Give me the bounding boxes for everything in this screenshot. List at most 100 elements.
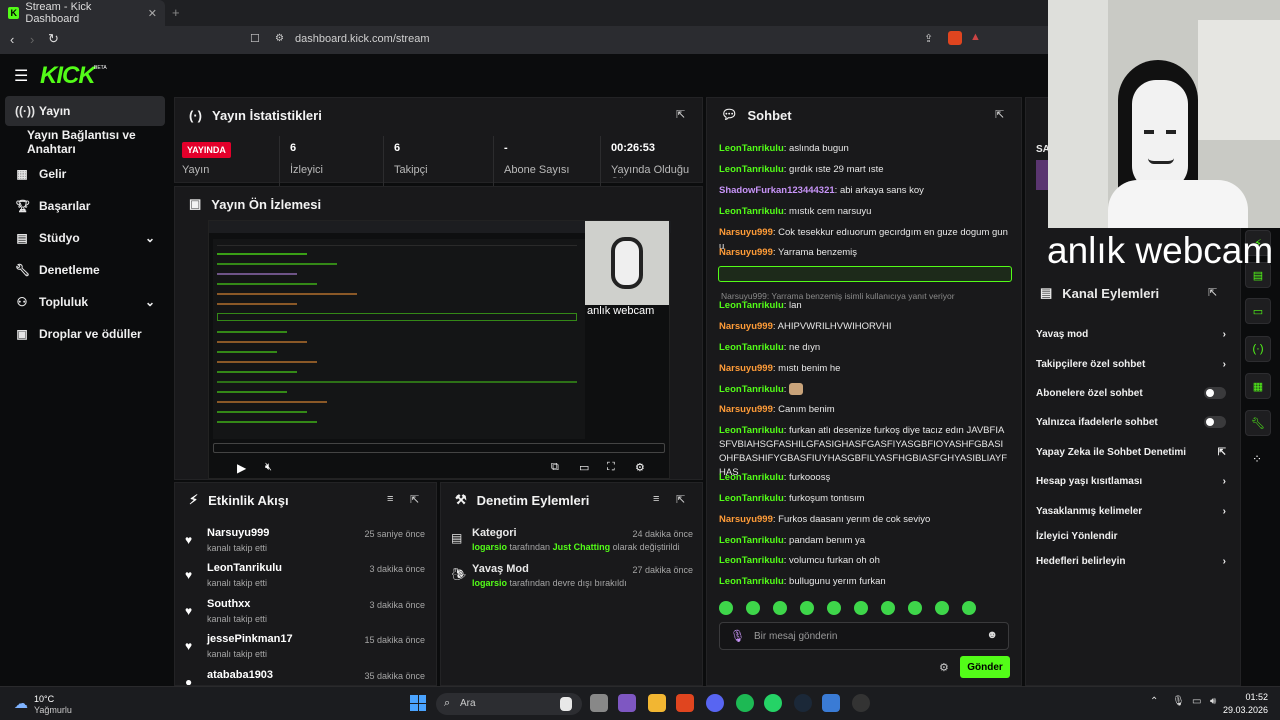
sidebar-item-studyo[interactable]: ▤ Stüdyo ⌄ <box>5 223 165 253</box>
menu-icon[interactable]: ☰ <box>14 66 28 86</box>
mod-highlight[interactable]: Just Chatting <box>553 542 611 552</box>
kick-logo[interactable]: KICK <box>40 62 96 90</box>
chat-username[interactable]: LeonTanrikulu <box>719 143 784 154</box>
popout-icon[interactable]: ⇱ <box>995 108 1007 121</box>
emoji-picker-icon[interactable]: ☻ <box>986 629 998 641</box>
brave-shield-icon[interactable] <box>948 31 962 45</box>
popout-icon[interactable]: ⇱ <box>676 493 688 506</box>
goals-item[interactable]: Hedefleri belirleyin › <box>1036 551 1226 571</box>
close-tab-icon[interactable]: ✕ <box>148 7 157 20</box>
chat-username[interactable]: LeonTanrikulu <box>719 555 784 566</box>
network-icon[interactable]: ▭ <box>1192 696 1201 707</box>
sidebar-item-yayin[interactable]: ((·)) Yayın <box>5 96 165 126</box>
chat-username[interactable]: Narsuyu999 <box>719 514 773 525</box>
settings-icon[interactable]: ⚙ <box>635 461 645 474</box>
sidebar-item-stream-key[interactable]: Yayın Bağlantısı ve Anahtarı <box>5 127 165 157</box>
chat-username[interactable]: LeonTanrikulu <box>719 576 784 587</box>
brave-browser-icon[interactable] <box>676 694 694 712</box>
chat-username[interactable]: Narsuyu999 <box>719 363 773 374</box>
obs-icon[interactable] <box>852 694 870 712</box>
more-icon[interactable]: ⁘ <box>1252 452 1262 466</box>
whatsapp-icon[interactable] <box>764 694 782 712</box>
chat-settings-icon[interactable]: ⚙ <box>939 661 949 674</box>
bookmark-icon[interactable]: ☐ <box>250 32 260 45</box>
forward-icon[interactable]: › <box>30 32 34 47</box>
activity-user[interactable]: atababa1903 <box>207 669 273 681</box>
mute-icon[interactable]: 🔇︎ <box>265 461 272 474</box>
browser-tab[interactable]: K Stream - Kick Dashboard ✕ <box>0 0 165 26</box>
chat-username[interactable]: ShadowFurkan123444321 <box>719 185 835 196</box>
chat-username[interactable]: Narsuyu999 <box>719 321 773 332</box>
reload-icon[interactable]: ↻ <box>48 31 59 47</box>
sidebar-item-topluluk[interactable]: ⚇ Topluluk ⌄ <box>5 287 165 317</box>
subscribers-only-toggle[interactable] <box>1204 387 1226 399</box>
popout-icon[interactable]: ⇱ <box>410 493 422 506</box>
activity-user[interactable]: Narsuyu999 <box>207 527 269 539</box>
chat-input[interactable]: 🎙︎ Bir mesaj gönderin ☻ <box>719 622 1009 650</box>
microphone-icon[interactable]: 🎙︎ <box>1172 696 1185 707</box>
video-player[interactable]: anlık webcam ▶ 🔇︎ ⧉ ▭ ⛶ ⚙ <box>208 220 671 479</box>
chat-username[interactable]: LeonTanrikulu <box>719 493 784 504</box>
new-tab-icon[interactable]: + <box>172 5 180 20</box>
tray-chevron-icon[interactable]: ⌃ <box>1150 696 1158 707</box>
share-icon[interactable]: ⇪ <box>924 32 933 45</box>
emote-icon[interactable] <box>719 601 733 615</box>
chat-username[interactable]: LeonTanrikulu <box>719 384 784 395</box>
theater-icon[interactable]: ▭ <box>579 461 589 474</box>
emotes-only-toggle[interactable] <box>1204 416 1226 428</box>
chat-username[interactable]: LeonTanrikulu <box>719 206 784 217</box>
quick-action-layout-button[interactable]: ▦ <box>1245 373 1271 399</box>
url-field[interactable]: dashboard.kick.com/stream <box>295 33 430 45</box>
sidebar-item-gelir[interactable]: ▦ Gelir <box>5 159 165 189</box>
sidebar-item-denetleme[interactable]: 🔧︎ Denetleme <box>5 255 165 285</box>
emote-icon[interactable] <box>908 601 922 615</box>
ai-moderation-item[interactable]: Yapay Zeka ile Sohbet Denetimi ⇱ <box>1036 442 1226 462</box>
pip-icon[interactable]: ⧉ <box>551 461 559 474</box>
back-icon[interactable]: ‹ <box>10 32 14 47</box>
mod-user[interactable]: logarsio <box>472 578 507 588</box>
clock-date[interactable]: 29.03.2026 <box>1220 705 1268 715</box>
chat-username[interactable]: LeonTanrikulu <box>719 472 784 483</box>
chat-username[interactable]: LeonTanrikulu <box>719 164 784 175</box>
chat-username[interactable]: Narsuyu999 <box>719 404 773 415</box>
followers-only-item[interactable]: Takipçilere özel sohbet › <box>1036 354 1226 374</box>
play-icon[interactable]: ▶ <box>237 461 246 475</box>
activity-user[interactable]: Southxx <box>207 598 250 610</box>
settings-app-icon[interactable] <box>822 694 840 712</box>
quick-action-wrench-button[interactable]: 🔧︎ <box>1245 410 1271 436</box>
chat-username[interactable]: LeonTanrikulu <box>719 425 784 436</box>
spotify-icon[interactable] <box>736 694 754 712</box>
chat-username[interactable]: Narsuyu999 <box>719 247 773 258</box>
file-explorer-icon[interactable] <box>648 694 666 712</box>
site-info-icon[interactable]: ⚙ <box>275 33 284 44</box>
popout-icon[interactable]: ⇱ <box>1208 286 1217 299</box>
emote-icon[interactable] <box>746 601 760 615</box>
raid-item[interactable]: İzleyici Yönlendir <box>1036 526 1226 546</box>
weather-icon[interactable]: ☁ <box>14 695 28 712</box>
microphone-icon[interactable]: 🎙︎ <box>730 629 745 643</box>
rewards-icon[interactable]: ▲ <box>970 31 981 43</box>
send-button[interactable]: Gönder <box>960 656 1010 678</box>
weather-temp[interactable]: 10°C <box>34 694 54 704</box>
banned-words-item[interactable]: Yasaklanmış kelimeler › <box>1036 501 1226 521</box>
emote-icon[interactable] <box>827 601 841 615</box>
chat-username[interactable]: LeonTanrikulu <box>719 535 784 546</box>
start-icon[interactable] <box>410 695 426 711</box>
account-age-item[interactable]: Hesap yaşı kısıtlaması › <box>1036 471 1226 491</box>
emote-icon[interactable] <box>773 601 787 615</box>
sidebar-item-basarilar[interactable]: 🏆︎ Başarılar <box>5 191 165 221</box>
emote-icon[interactable] <box>881 601 895 615</box>
filter-icon[interactable]: ≡ <box>653 493 659 505</box>
clock-time[interactable]: 01:52 <box>1234 692 1268 702</box>
activity-user[interactable]: LeonTanrikulu <box>207 562 282 574</box>
emote-icon[interactable] <box>962 601 976 615</box>
emote-icon[interactable] <box>935 601 949 615</box>
sidebar-item-droplar[interactable]: ▣ Droplar ve ödüller <box>5 319 165 349</box>
quick-action-broadcast-button[interactable]: (·) <box>1245 336 1271 362</box>
quick-action-chat-button[interactable]: ▭ <box>1245 298 1271 324</box>
filter-icon[interactable]: ≡ <box>387 493 393 505</box>
copilot-icon[interactable] <box>618 694 636 712</box>
activity-user[interactable]: jessePinkman17 <box>207 633 293 645</box>
volume-icon[interactable]: 🔊︎ <box>1210 696 1216 707</box>
emote-icon[interactable] <box>800 601 814 615</box>
